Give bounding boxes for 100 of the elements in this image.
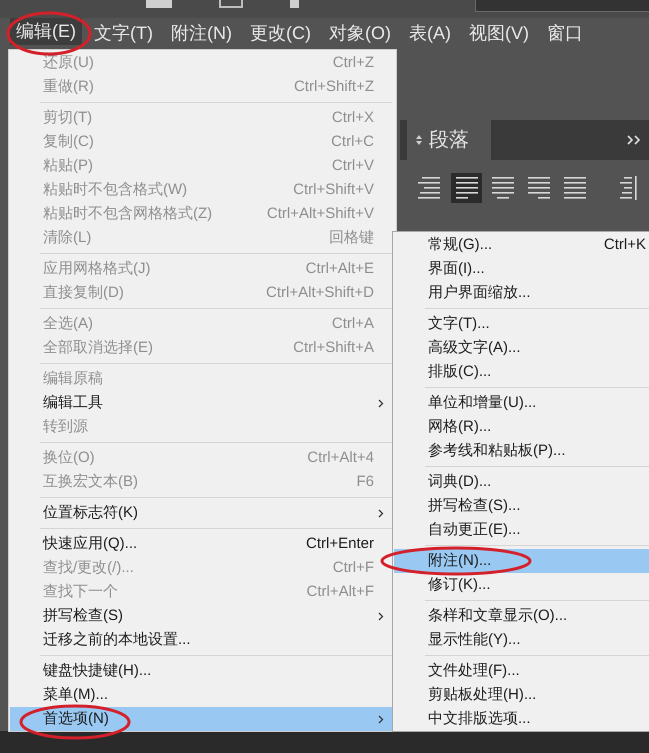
menu-item[interactable]: 迁移之前的本地设置...: [10, 628, 395, 652]
panel-tab-label: 段落: [429, 128, 469, 153]
menu-item-label: 剪贴板处理(H)...: [428, 684, 536, 705]
menu-item[interactable]: 用户界面缩放...: [394, 281, 649, 305]
menu-item[interactable]: 菜单(M)...: [10, 683, 395, 707]
menu-item-label: 查找下一个: [43, 582, 118, 602]
menu-item[interactable]: 首选项(N): [10, 707, 395, 731]
menu-bar-item[interactable]: 表(A): [402, 18, 457, 49]
menu-item[interactable]: 条样和文章显示(O)...: [394, 604, 649, 628]
menu-item-label: 还原(U): [43, 52, 94, 73]
shortcut-text: Ctrl+Shift+Z: [294, 76, 374, 97]
menu-item-label: 用户界面缩放...: [428, 282, 531, 303]
menu-item[interactable]: 参考线和粘贴板(P)...: [394, 439, 649, 463]
menu-item-label: 界面(I)...: [428, 258, 485, 279]
menu-item-label: 换位(O): [43, 448, 95, 468]
menu-bar-item[interactable]: 文字(T): [88, 18, 159, 49]
menu-item-label: 常规(G)...: [428, 234, 492, 255]
menu-item-label: 拼写检查(S)...: [428, 496, 520, 516]
menu-item[interactable]: 拼写检查(S): [10, 604, 395, 628]
shortcut-text: Ctrl+Enter: [306, 534, 374, 554]
menu-item-label: 编辑原稿: [43, 368, 103, 389]
menu-item-label: 首选项(N): [43, 708, 109, 729]
menu-item[interactable]: 位置标志符(K): [10, 501, 395, 525]
menu-item-label: 复制(C): [43, 132, 94, 152]
menu-item-label: 粘贴(P): [43, 156, 93, 176]
menu-item-label: 位置标志符(K): [43, 502, 138, 523]
shortcut-text: Ctrl+K: [604, 234, 646, 255]
menu-item-label: 菜单(M)...: [43, 684, 108, 705]
menu-bar-item[interactable]: 窗口: [540, 18, 589, 49]
menu-item-label: 文字(T)...: [428, 314, 490, 334]
menu-item-label: 直接复制(D): [43, 282, 124, 303]
menu-item-label: 全选(A): [43, 314, 93, 334]
shortcut-text: Ctrl+Alt+Shift+D: [266, 282, 374, 303]
menu-item-label: 剪切(T): [43, 108, 92, 128]
menu-item-label: 拼写检查(S): [43, 606, 123, 626]
menu-bar-item[interactable]: 视图(V): [462, 18, 535, 49]
menu-item[interactable]: 中文排版选项...: [394, 707, 649, 731]
menu-item-label: 修订(K)...: [428, 574, 490, 595]
menu-item-label: 单位和增量(U)...: [428, 392, 536, 413]
menu-item-label: 条样和文章显示(O)...: [428, 606, 568, 626]
menu-item-label: 词典(D)...: [428, 472, 492, 492]
shortcut-text: Ctrl+F: [332, 558, 374, 578]
menu-item-label: 转到源: [43, 416, 88, 437]
menu-item-label: 文件处理(F)...: [428, 660, 520, 681]
menu-item-label: 附注(N)...: [428, 550, 492, 571]
menu-item-label: 粘贴时不包含格式(W): [43, 180, 188, 200]
shortcut-text: Ctrl+Alt+F: [306, 582, 374, 602]
shortcut-text: Ctrl+A: [332, 314, 374, 334]
shortcut-text: Ctrl+Alt+Shift+V: [266, 204, 374, 224]
menu-item-label: 互换宏文本(B): [43, 472, 138, 492]
shortcut-text: F6: [356, 472, 374, 492]
menu-bar-item[interactable]: 编辑(E): [10, 18, 82, 45]
menu-item[interactable]: 网格(R)...: [394, 415, 649, 439]
shortcut-text: Ctrl+C: [331, 132, 374, 152]
menu-item-label: 网格(R)...: [428, 416, 492, 437]
menu-item[interactable]: 修订(K)...: [394, 573, 649, 597]
menu-item-label: 粘贴时不包含网格格式(Z): [43, 204, 212, 224]
menu-item[interactable]: 界面(I)...: [394, 257, 649, 281]
menu-item-label: 参考线和粘贴板(P)...: [428, 440, 566, 461]
menu-item-label: 快速应用(Q)...: [43, 534, 138, 554]
menu-item[interactable]: 单位和增量(U)...: [394, 391, 649, 415]
menu-item-label: 重做(R): [43, 76, 94, 97]
menu-item[interactable]: 排版(C)...: [394, 360, 649, 384]
menu-item[interactable]: 显示性能(Y)...: [394, 628, 649, 652]
menu-item-label: 显示性能(Y)...: [428, 630, 520, 650]
menu-item[interactable]: 拼写检查(S)...: [394, 494, 649, 518]
menu-item-label: 全部取消选择(E): [43, 338, 153, 358]
menu-bar-item[interactable]: 附注(N): [164, 18, 238, 49]
panel-tab[interactable]: 段落: [407, 120, 491, 160]
menu-item[interactable]: 快速应用(Q)... Ctrl+Enter: [10, 532, 395, 556]
menu-item[interactable]: 常规(G)... Ctrl+K: [394, 233, 649, 257]
menu-item[interactable]: 键盘快捷键(H)...: [10, 659, 395, 683]
menu-item-label: 应用网格格式(J): [43, 258, 150, 279]
menu-item[interactable]: 文件处理(F)...: [394, 659, 649, 683]
menu-item-label: 排版(C)...: [428, 362, 492, 382]
menu-bar-item[interactable]: 更改(C): [244, 18, 317, 49]
menu-item-label: 迁移之前的本地设置...: [43, 630, 191, 650]
menu-item[interactable]: 自动更正(E)...: [394, 518, 649, 542]
shortcut-text: Ctrl+Z: [332, 52, 374, 73]
menu-item[interactable]: 编辑工具: [10, 391, 395, 415]
menu-item-label: 编辑工具: [43, 392, 103, 413]
menu-item-label: 清除(L): [43, 228, 92, 248]
menu-item-label: 高级文字(A)...: [428, 338, 520, 358]
shortcut-text: Ctrl+Shift+V: [293, 180, 374, 200]
shortcut-text: Ctrl+Alt+4: [307, 448, 374, 468]
menu-item-label: 中文排版选项...: [428, 708, 531, 729]
menu-item[interactable]: 高级文字(A)...: [394, 336, 649, 360]
menu-item[interactable]: 文字(T)...: [394, 312, 649, 336]
shortcut-text: Ctrl+X: [332, 108, 374, 128]
menu-item-label: 键盘快捷键(H)...: [43, 660, 152, 681]
shortcut-text: Ctrl+V: [332, 156, 374, 176]
shortcut-text: Ctrl+Shift+A: [293, 338, 374, 358]
menu-item[interactable]: 词典(D)...: [394, 470, 649, 494]
menu-item[interactable]: 剪贴板处理(H)...: [394, 683, 649, 707]
menu-bar-item[interactable]: 对象(O): [322, 18, 397, 49]
menu-item-label: 自动更正(E)...: [428, 520, 520, 540]
shortcut-text: 回格键: [329, 228, 374, 248]
shortcut-text: Ctrl+Alt+E: [306, 258, 374, 279]
menu-item[interactable]: 附注(N)...: [394, 549, 649, 573]
menu-item-label: 查找/更改(/)...: [43, 558, 134, 578]
